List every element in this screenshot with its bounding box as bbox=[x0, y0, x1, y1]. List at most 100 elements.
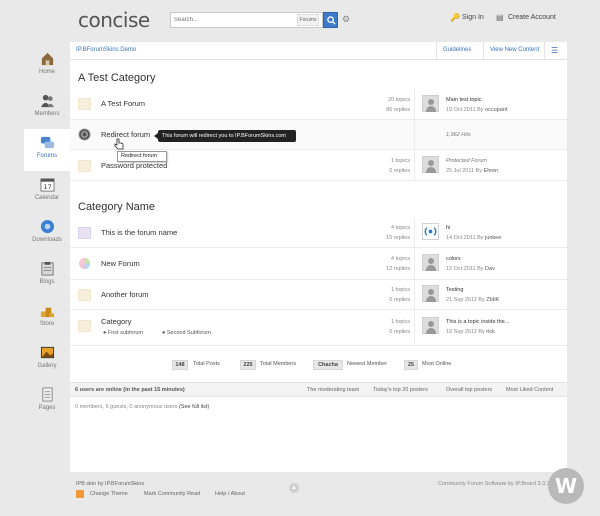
store-icon bbox=[40, 307, 55, 318]
last-post-title[interactable]: colors bbox=[446, 256, 461, 262]
redirect-hits: 1,962 Hits bbox=[446, 132, 471, 138]
site-logo[interactable]: concise bbox=[78, 8, 150, 32]
sidebar-item-forums[interactable]: Forums bbox=[24, 129, 70, 171]
last-post-title[interactable]: Testing bbox=[446, 287, 463, 293]
last-post-title[interactable]: Main test topic bbox=[446, 97, 481, 103]
avatar[interactable] bbox=[422, 156, 439, 173]
last-post-date: 19 Oct 2011 bbox=[446, 107, 476, 113]
search-button[interactable] bbox=[323, 12, 338, 28]
avatar[interactable] bbox=[422, 95, 439, 112]
avatar[interactable] bbox=[422, 317, 439, 334]
forum-name[interactable]: Redirect forum bbox=[101, 130, 150, 139]
pages-icon bbox=[42, 387, 53, 402]
subforum-name[interactable]: First subforum bbox=[108, 330, 143, 336]
sidebar-item-downloads[interactable]: Downloads bbox=[24, 213, 70, 255]
guidelines-link[interactable]: Guidelines bbox=[443, 47, 471, 53]
reply-count: 86 replies bbox=[386, 107, 410, 113]
forum-name[interactable]: A Test Forum bbox=[101, 99, 145, 108]
sidebar-item-label: Blogs bbox=[39, 279, 55, 285]
top20-posters-link[interactable]: Today's top 20 posters bbox=[373, 387, 428, 393]
breadcrumb[interactable]: IP.BForumSkins Demo bbox=[76, 47, 136, 53]
watermark-logo: W bbox=[548, 468, 584, 504]
last-post-meta: 14 Oct 2011 By junkee bbox=[446, 235, 501, 241]
most-liked-content-link[interactable]: Most Liked Content bbox=[506, 387, 553, 393]
sidebar-item-calendar[interactable]: 17 Calendar bbox=[24, 171, 70, 213]
topic-count: 1 topics bbox=[391, 158, 410, 164]
sidebar-item-blogs[interactable]: Blogs bbox=[24, 255, 70, 297]
stat-value-posts: 148 bbox=[172, 360, 188, 370]
divider bbox=[483, 42, 484, 60]
last-post-title[interactable]: This is a topic inside the... bbox=[446, 319, 509, 325]
forum-name[interactable]: Another forum bbox=[101, 290, 149, 299]
last-post-meta: 25 Jul 2011 By Ehren bbox=[446, 168, 498, 174]
last-post-user[interactable]: ZbItK bbox=[486, 297, 499, 303]
mark-read-link[interactable]: Mark Community Read bbox=[144, 491, 200, 497]
subforum-link[interactable]: ● Second Subforum bbox=[162, 330, 211, 336]
sidebar-item-pages[interactable]: Pages bbox=[24, 381, 70, 423]
search-input[interactable] bbox=[172, 14, 296, 26]
gear-icon[interactable]: ⚙ bbox=[342, 14, 352, 24]
divider bbox=[414, 248, 415, 279]
last-post-by: By bbox=[477, 107, 484, 113]
stat-value-online: 25 bbox=[404, 360, 418, 370]
last-post-user[interactable]: Dav bbox=[485, 266, 495, 272]
last-post-meta: 12 Oct 2011 By Dav bbox=[446, 266, 495, 272]
folder-icon bbox=[78, 320, 91, 332]
forum-name[interactable]: New Forum bbox=[101, 259, 140, 268]
category-title[interactable]: Category Name bbox=[78, 201, 155, 213]
gallery-icon bbox=[40, 346, 55, 359]
avatar[interactable] bbox=[422, 254, 439, 271]
help-link[interactable]: Help / About bbox=[215, 491, 245, 497]
stat-label-newest: Newest Member bbox=[347, 361, 388, 367]
back-to-top-icon[interactable]: ▲ bbox=[289, 483, 299, 493]
view-new-content-link[interactable]: View New Content bbox=[490, 47, 539, 53]
sidebar-item-members[interactable]: Members bbox=[24, 87, 70, 129]
last-post-by: By bbox=[478, 329, 485, 335]
sidebar-item-store[interactable]: Store bbox=[24, 297, 70, 339]
sidebar-item-home[interactable]: Home bbox=[24, 45, 70, 87]
list-view-icon[interactable]: ☰ bbox=[551, 46, 558, 55]
last-post-user[interactable]: occupant bbox=[485, 107, 507, 113]
sidebar-item-gallery[interactable]: Gallery bbox=[24, 339, 70, 381]
forum-row: Category ● First subforum ● Second Subfo… bbox=[70, 310, 567, 346]
search-scope-selector[interactable]: Forums bbox=[297, 14, 319, 26]
divider bbox=[414, 150, 415, 180]
divider bbox=[414, 88, 415, 119]
stat-value-newest[interactable]: Chacha bbox=[313, 360, 343, 370]
redirect-icon bbox=[78, 128, 91, 141]
last-post-title[interactable]: hi bbox=[446, 225, 450, 231]
last-post-user[interactable]: rick bbox=[486, 329, 495, 335]
category-title[interactable]: A Test Category bbox=[78, 72, 155, 84]
divider bbox=[414, 120, 415, 149]
topic-count: 4 topics bbox=[391, 225, 410, 231]
rss-icon[interactable] bbox=[76, 490, 84, 498]
search-box: Forums bbox=[170, 12, 323, 28]
last-post-user[interactable]: Ehren bbox=[484, 168, 499, 174]
last-post-user[interactable]: junkee bbox=[485, 235, 501, 241]
reply-count: 12 replies bbox=[386, 266, 410, 272]
forum-row: A Test Forum 20 topics 86 replies Main t… bbox=[70, 88, 567, 120]
change-theme-link[interactable]: Change Theme bbox=[90, 491, 128, 497]
wifi-avatar-icon[interactable] bbox=[422, 223, 439, 240]
sign-in-link[interactable]: Sign In bbox=[462, 14, 484, 21]
redirect-tooltip: This forum will redirect you to IP.BForu… bbox=[154, 130, 296, 142]
subforum-name[interactable]: Second Subforum bbox=[167, 330, 211, 336]
skin-credit[interactable]: IPB skin by IP.BForumSkins bbox=[76, 481, 144, 487]
sidebar-item-label: Store bbox=[39, 321, 55, 327]
forum-name[interactable]: Password protected bbox=[101, 161, 167, 170]
see-full-list-link[interactable]: (See full list) bbox=[179, 404, 209, 410]
last-post-title[interactable]: Protected Forum bbox=[446, 158, 487, 164]
avatar[interactable] bbox=[422, 285, 439, 302]
last-post-meta: 21 Sep 2011 By ZbItK bbox=[446, 297, 499, 303]
create-account-link[interactable]: Create Account bbox=[508, 14, 556, 21]
forum-name[interactable]: Category bbox=[101, 317, 131, 326]
last-post-meta: 19 Sep 2011 By rick bbox=[446, 329, 495, 335]
last-post-date: 14 Oct 2011 bbox=[446, 235, 476, 241]
last-post-by: By bbox=[477, 266, 484, 272]
powered-by[interactable]: Community Forum Software by IP.Board 3.3… bbox=[438, 481, 550, 487]
subforum-link[interactable]: ● First subforum bbox=[103, 330, 143, 336]
forum-name[interactable]: This is the forum name bbox=[101, 228, 177, 237]
colorful-forum-icon bbox=[78, 257, 91, 270]
moderating-team-link[interactable]: The moderating team bbox=[307, 387, 359, 393]
overall-top-posters-link[interactable]: Overall top posters bbox=[446, 387, 492, 393]
